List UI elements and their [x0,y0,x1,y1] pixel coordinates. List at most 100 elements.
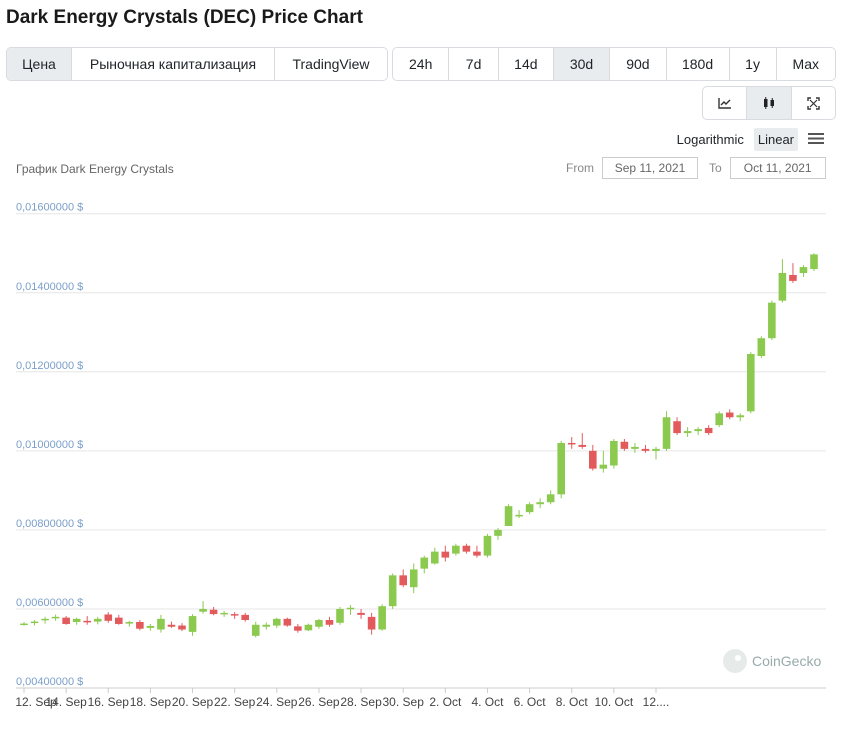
candle-body[interactable] [567,442,576,445]
candle-body[interactable] [104,614,113,621]
range-tabs: 24h 7d 14d 30d 90d 180d 1y Max [392,47,836,81]
x-tick-label: 6. Oct [514,695,547,709]
candle-body[interactable] [62,617,70,624]
candle-body[interactable] [683,431,692,434]
candle-body[interactable] [336,608,344,623]
candle-body[interactable] [641,448,650,451]
candle-body[interactable] [199,608,207,612]
candle-body[interactable] [662,417,671,449]
candle-body[interactable] [768,302,776,339]
candle-body[interactable] [757,338,766,356]
x-tick-label: 24. Sep [256,695,298,709]
candle-body[interactable] [409,569,418,588]
candle-body[interactable] [315,620,323,627]
candle-body[interactable] [83,620,91,623]
candle-body[interactable] [230,614,239,616]
candle-body[interactable] [115,617,123,624]
candle-body[interactable] [72,618,81,622]
candle-body[interactable] [789,274,797,281]
candle-body[interactable] [51,616,60,619]
tab-tradingview[interactable]: TradingView [275,48,387,80]
range-180d[interactable]: 180d [667,48,730,80]
candle-body[interactable] [673,421,681,434]
range-14d[interactable]: 14d [499,48,554,80]
x-tick-label: 14. Sep [45,695,87,709]
candle-body[interactable] [620,441,629,449]
candle-body[interactable] [241,614,249,621]
candle-body[interactable] [167,624,176,627]
candle-body[interactable] [251,624,260,636]
from-date-input[interactable]: Sep 11, 2021 [602,157,698,179]
candle-body[interactable] [367,616,376,630]
candle-body[interactable] [30,621,39,624]
to-date-input[interactable]: Oct 11, 2021 [729,157,826,179]
candle-body[interactable] [431,551,439,564]
candle-body[interactable] [725,412,734,418]
hamburger-menu-icon[interactable] [808,132,824,148]
candle-body[interactable] [420,557,429,569]
candle-body[interactable] [652,448,660,451]
candle-body[interactable] [20,623,28,626]
candle-body[interactable] [325,620,334,625]
candle-body[interactable] [378,606,386,630]
scale-logarithmic[interactable]: Logarithmic [673,128,748,151]
line-chart-button[interactable] [703,87,748,119]
candle-body[interactable] [610,440,618,466]
candle-body[interactable] [146,625,155,628]
candle-body[interactable] [357,612,365,615]
candle-body[interactable] [704,427,713,434]
candle-body[interactable] [810,254,818,270]
range-90d[interactable]: 90d [610,48,667,80]
candle-body[interactable] [188,616,197,632]
range-7d[interactable]: 7d [449,48,499,80]
candle-body[interactable] [694,429,702,432]
candle-body[interactable] [41,618,49,621]
candle-body[interactable] [715,413,723,426]
range-30d[interactable]: 30d [553,48,611,80]
candle-body[interactable] [599,464,608,469]
candle-body[interactable] [452,545,460,554]
candle-body[interactable] [399,575,407,586]
from-label: From [566,161,594,175]
candle-body[interactable] [178,625,186,630]
candle-body[interactable] [441,551,450,558]
candle-body[interactable] [736,415,745,418]
scale-linear[interactable]: Linear [753,128,798,151]
candle-body[interactable] [262,624,271,627]
tab-price[interactable]: Цена [7,48,72,80]
candle-body[interactable] [747,354,755,412]
candle-body[interactable] [388,575,397,607]
candle-body[interactable] [546,494,555,503]
candle-body[interactable] [494,529,502,536]
candle-body[interactable] [504,506,513,526]
candle-body[interactable] [631,446,639,449]
candle-body[interactable] [346,607,355,610]
candle-body[interactable] [778,273,787,301]
candle-body[interactable] [294,626,302,631]
candle-body[interactable] [557,442,565,495]
candle-body[interactable] [515,514,523,517]
fullscreen-button[interactable] [792,87,835,119]
candle-body[interactable] [589,450,597,469]
range-1y[interactable]: 1y [730,48,777,80]
candle-body[interactable] [536,502,544,505]
candle-body[interactable] [473,551,481,556]
candle-body[interactable] [799,267,808,273]
candle-body[interactable] [220,612,228,615]
candle-body[interactable] [273,618,281,626]
candle-body[interactable] [578,444,587,447]
range-max[interactable]: Max [777,48,835,80]
candle-body[interactable] [125,621,134,624]
tab-market-cap[interactable]: Рыночная капитализация [72,48,275,80]
candle-body[interactable] [93,618,102,622]
candle-body[interactable] [483,535,492,556]
candle-body[interactable] [462,545,471,552]
candle-body[interactable] [525,504,534,513]
candle-body[interactable] [136,621,144,629]
candle-body[interactable] [209,609,218,615]
candle-body[interactable] [157,618,165,630]
candle-body[interactable] [304,624,313,631]
candle-body[interactable] [283,618,292,626]
candlestick-button[interactable] [747,87,792,119]
range-24h[interactable]: 24h [393,48,450,80]
